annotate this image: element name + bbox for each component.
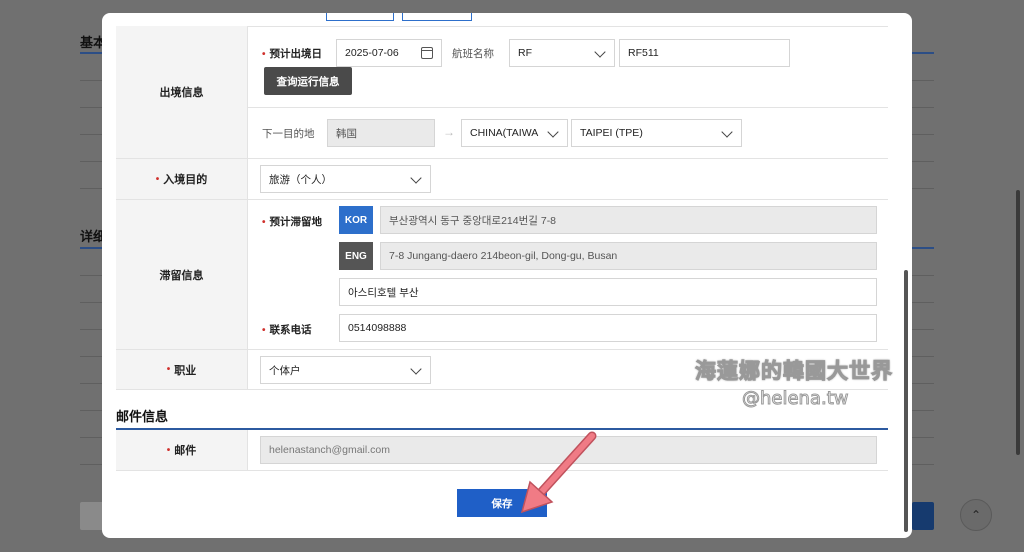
departure-date-value: 2025-07-06 [345, 47, 399, 59]
purpose-row: • 入境目的 [116, 159, 888, 200]
kor-tag: KOR [339, 206, 373, 234]
chevron-up-icon: ⌃ [970, 508, 982, 522]
eng-tag: ENG [339, 242, 373, 270]
required-mark: • [262, 217, 266, 228]
annotation-arrow-icon [520, 431, 597, 514]
departure-label: 出境信息 [116, 26, 248, 158]
occupation-label-text: 职业 [174, 364, 197, 377]
stay-label: 滞留信息 [116, 200, 248, 349]
occupation-label: • 职业 [116, 350, 248, 389]
flight-name-label: 航班名称 [452, 48, 494, 60]
expected-departure-date-label: • 预计出境日 [262, 46, 322, 61]
arrow-right-icon: → [443, 125, 455, 139]
required-mark: • [166, 364, 171, 375]
purpose-select[interactable]: 旅游（个人） [260, 165, 431, 193]
chevron-down-icon [547, 126, 559, 138]
purpose-value: 旅游（个人） [269, 173, 332, 186]
bg-button [80, 502, 104, 530]
contact-phone-value: 0514098888 [348, 322, 407, 334]
contact-phone-input[interactable]: 0514098888 [339, 314, 877, 342]
contact-phone-label-text: 联系电话 [269, 324, 312, 336]
eng-address-input: 7-8 Jungang-daero 214beon-gil, Dong-gu, … [380, 242, 877, 270]
divider [248, 107, 888, 108]
hotel-name-input[interactable]: 아스티호텔 부산 [339, 278, 877, 306]
departure-date-input[interactable]: 2025-07-06 [336, 39, 442, 67]
watermark-text: 海蓮娜的韓國大世界 [695, 360, 893, 384]
page-scrollbar[interactable] [1016, 190, 1020, 455]
next-airport-select[interactable]: TAIPEI (TPE) [571, 119, 742, 147]
required-mark: • [262, 49, 266, 60]
stay-address-label-text: 预计滞留地 [269, 216, 323, 228]
chevron-down-icon [410, 363, 422, 375]
mail-label-text: 邮件 [174, 445, 197, 457]
mail-label: • 邮件 [116, 430, 248, 470]
scroll-to-top-button[interactable]: ⌃ [960, 499, 992, 531]
kor-address-input: 부산광역시 동구 중앙대로214번길 7-8 [380, 206, 877, 234]
bg-button [912, 502, 934, 530]
airline-value: RF [518, 47, 532, 59]
email-value: helenastanch@gmail.com [269, 444, 390, 456]
mail-section-title: 邮件信息 [116, 409, 169, 424]
purpose-label: • 入境目的 [116, 159, 248, 199]
chevron-down-icon [594, 46, 606, 58]
occupation-value: 个体户 [269, 364, 301, 377]
next-destination-value: 韩国 [336, 127, 357, 140]
expected-departure-date-text: 预计出境日 [269, 48, 323, 60]
calendar-icon[interactable] [421, 47, 433, 59]
flight-number-value: RF511 [628, 47, 659, 59]
query-flight-info-button[interactable]: 查询运行信息 [264, 67, 352, 95]
top-button-partial[interactable] [326, 13, 394, 21]
required-mark: • [262, 325, 266, 336]
chevron-down-icon [721, 126, 733, 138]
chevron-down-icon [410, 172, 422, 184]
required-mark: • [166, 444, 171, 456]
next-destination-label: 下一目的地 [262, 128, 315, 140]
occupation-select[interactable]: 个体户 [260, 356, 431, 384]
required-mark: • [155, 173, 160, 185]
airline-select[interactable]: RF [509, 39, 615, 67]
flight-number-input[interactable]: RF511 [619, 39, 790, 67]
stay-address-label: • 预计滞留地 [262, 214, 322, 229]
top-button-partial[interactable] [402, 13, 472, 21]
contact-phone-label: • 联系电话 [262, 322, 312, 337]
modal-scrollbar[interactable] [904, 270, 908, 532]
hotel-name-value: 아스티호텔 부산 [348, 286, 419, 299]
purpose-label-text: 入境目的 [163, 174, 208, 186]
next-country-value: CHINA(TAIWA [470, 127, 539, 139]
kor-address-value: 부산광역시 동구 중앙대로214번길 7-8 [389, 214, 557, 227]
eng-address-value: 7-8 Jungang-daero 214beon-gil, Dong-gu, … [389, 250, 618, 262]
next-destination-input: 韩国 [327, 119, 435, 147]
next-country-select[interactable]: CHINA(TAIWA [461, 119, 568, 147]
next-airport-value: TAIPEI (TPE) [580, 127, 643, 139]
watermark-handle: @helena.tw [742, 388, 849, 410]
